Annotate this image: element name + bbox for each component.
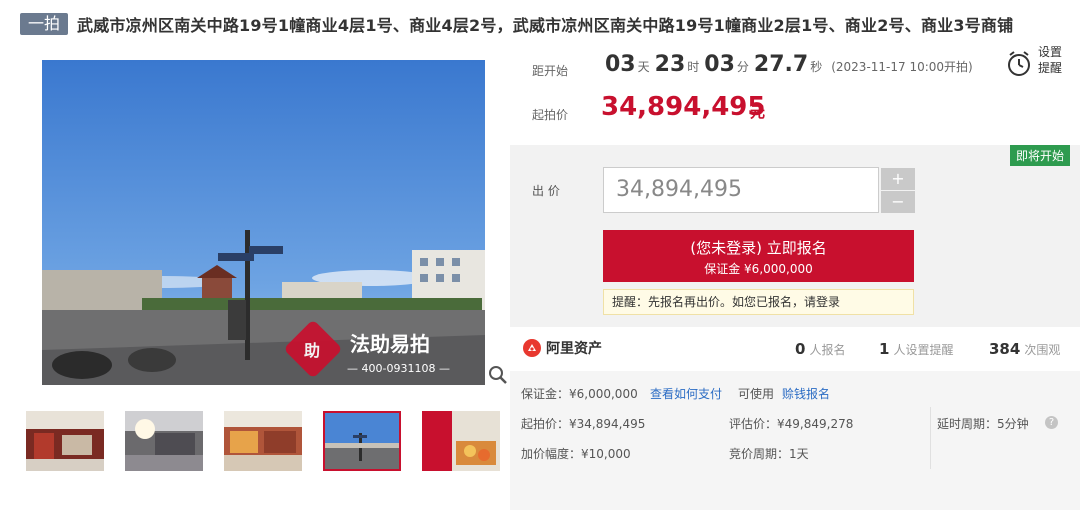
thumbnail-strip: [26, 411, 506, 471]
platform-name: 阿里资产: [546, 341, 602, 357]
register-now-button[interactable]: (您未登录) 立即报名 保证金 ¥6,000,000: [603, 230, 914, 282]
hours-unit: 时: [687, 60, 700, 74]
views-stat: 384 次围观: [989, 340, 1061, 358]
details-divider: [930, 407, 931, 469]
auction-type-badge: 一拍: [20, 13, 69, 35]
starting-price-row: 起拍价 34,894,495 元: [510, 92, 1080, 137]
auction-details: 保证金：¥6,000,000 查看如何支付 可使用 赊钱报名 起拍价：¥34,8…: [510, 371, 1080, 510]
auction-panel: 距开始 03 天 23 时 03 分 27.7 秒 (2023-11-17 10…: [510, 40, 1080, 510]
starting-price-label: 起拍价: [532, 108, 569, 122]
starting-price-unit: 元: [750, 103, 766, 121]
reminder-label: 设置 提醒: [1038, 45, 1063, 75]
minutes-unit: 分: [736, 60, 749, 74]
set-reminder-button[interactable]: 设置 提醒: [1006, 44, 1066, 84]
bid-section: 即将开始 出 价 34,894,495 + − (您未登录) 立即报名 保证金 …: [510, 145, 1080, 327]
thumbnail-1[interactable]: [26, 411, 104, 471]
deposit-info: 保证金：¥6,000,000: [521, 387, 638, 401]
auction-title: 武威市凉州区南关中路19号1幢商业4层1号、商业4层2号，武威市凉州区南关中路1…: [77, 16, 1014, 35]
auction-header: 一拍 武威市凉州区南关中路19号1幢商业4层1号、商业4层2号，武威市凉州区南关…: [20, 10, 1070, 38]
ali-assets-icon: [523, 339, 541, 357]
status-badge: 即将开始: [1009, 145, 1070, 166]
seconds-unit: 秒: [810, 60, 823, 74]
svg-text:助: 助: [304, 341, 320, 360]
thumbnail-3[interactable]: [224, 411, 302, 471]
alarm-clock-icon: [1008, 51, 1030, 76]
deposit-amount-label: 保证金 ¥6,000,000: [704, 262, 813, 276]
days-unit: 天: [637, 60, 650, 74]
ali-assets-logo: 阿里资产: [522, 338, 602, 358]
countdown-seconds: 27.7: [753, 52, 809, 77]
countdown-row: 距开始 03 天 23 时 03 分 27.7 秒 (2023-11-17 10…: [510, 40, 1080, 96]
thumbnail-4-active[interactable]: [323, 411, 401, 471]
starting-price-info: 起拍价：¥34,894,495: [521, 417, 646, 431]
watermark-brand: 法助易拍: [350, 332, 430, 356]
appraisal-price-info: 评估价：¥49,849,278: [729, 417, 854, 431]
platform-stats-row: 阿里资产 0 人报名 1 人设置提醒 384 次围观: [510, 327, 1080, 371]
magnifier-icon[interactable]: [488, 365, 508, 385]
bid-label: 出 价: [532, 184, 560, 198]
countdown-hours: 23: [654, 52, 686, 77]
reminders-stat: 1 人设置提醒: [879, 340, 954, 358]
thumbnail-5[interactable]: [422, 411, 500, 471]
watermark-phone: — 400-0931108 —: [347, 362, 450, 375]
increment-info: 加价幅度：¥10,000: [521, 447, 631, 461]
extension-period-info: 延时周期：5分钟: [937, 417, 1029, 431]
starting-price-value: 34,894,495: [601, 92, 766, 122]
start-time-note: (2023-11-17 10:00开拍): [831, 60, 973, 74]
decrease-bid-button[interactable]: −: [881, 191, 915, 213]
registered-stat: 0 人报名: [795, 340, 846, 358]
thumbnail-2[interactable]: [125, 411, 203, 471]
bid-cycle-info: 竞价周期：1天: [729, 447, 809, 461]
image-gallery: 助 法助易拍 — 400-0931108 —: [22, 60, 510, 510]
countdown-label: 距开始: [532, 64, 569, 78]
login-tip: 提醒：先报名再出价。如您已报名，请登录: [603, 289, 914, 315]
increase-bid-button[interactable]: +: [881, 168, 915, 190]
countdown-timer: 03 天 23 时 03 分 27.7 秒 (2023-11-17 10:00开…: [605, 52, 973, 77]
bid-amount-input[interactable]: 34,894,495: [603, 167, 879, 213]
can-use-label: 可使用: [738, 387, 775, 401]
credit-register-link[interactable]: 赊钱报名: [782, 385, 830, 402]
countdown-minutes: 03: [704, 52, 735, 77]
how-to-pay-link[interactable]: 查看如何支付: [650, 385, 722, 402]
main-photo[interactable]: 助 法助易拍 — 400-0931108 —: [42, 60, 485, 385]
register-button-label: (您未登录) 立即报名: [690, 239, 827, 257]
countdown-days: 03: [605, 52, 636, 77]
help-icon[interactable]: ?: [1045, 416, 1058, 429]
